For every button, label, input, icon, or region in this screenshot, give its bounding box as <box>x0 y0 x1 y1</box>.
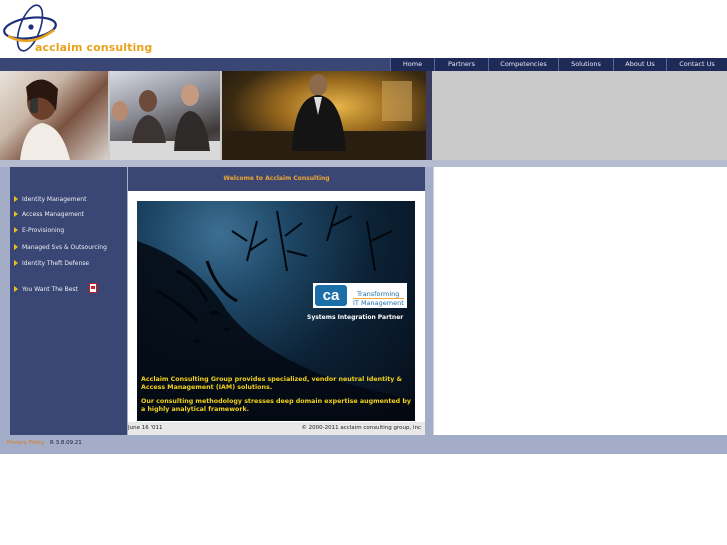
sidebar-item-identity-theft-defense[interactable]: Identity Theft Defense <box>22 260 89 267</box>
date-stamp: June 16 '011 <box>128 425 163 431</box>
right-panel <box>433 167 727 435</box>
pdf-icon[interactable] <box>89 283 97 293</box>
sidebar-item-e-provisioning[interactable]: E-Provisioning <box>22 227 64 234</box>
version-text: R 3.8.09.21 <box>50 440 82 446</box>
photo-executive-at-desk <box>222 71 430 160</box>
bullet-arrow-icon <box>14 227 18 233</box>
photo-band-edge <box>426 71 432 160</box>
ca-logo-icon: ca <box>315 285 347 306</box>
privacy-policy-link[interactable]: Privacy Policy <box>7 440 44 446</box>
sidebar <box>10 167 127 435</box>
nav-solutions[interactable]: Solutions <box>558 58 613 71</box>
sidebar-item-identity-management[interactable]: Identity Management <box>22 196 86 203</box>
nav-partners[interactable]: Partners <box>434 58 488 71</box>
nav-contact-us[interactable]: Contact Us <box>666 58 727 71</box>
sidebar-item-managed-services[interactable]: Managed Svs & Outsourcing <box>22 244 107 251</box>
sidebar-item-access-management[interactable]: Access Management <box>22 211 84 218</box>
nav-home[interactable]: Home <box>390 58 434 71</box>
bullet-arrow-icon <box>14 286 18 292</box>
photo-woman-on-phone <box>0 71 108 160</box>
nav-about-us[interactable]: About Us <box>613 58 666 71</box>
intro-paragraph: Acclaim Consulting Group provides specia… <box>141 376 403 391</box>
photo-business-meeting <box>110 71 220 160</box>
main-nav: Home Partners Competencies Solutions Abo… <box>390 58 727 71</box>
divider-strip <box>0 160 727 167</box>
ca-tagline-line-2: IT Management <box>353 298 404 307</box>
bottom-bar <box>0 435 727 454</box>
bullet-arrow-icon <box>14 260 18 266</box>
content-footer: June 16 '011 © 2000-2011 acclaim consult… <box>128 422 425 435</box>
partner-caption: Systems Integration Partner <box>307 314 404 321</box>
copyright-text: © 2000-2011 acclaim consulting group, in… <box>301 425 421 431</box>
nav-competencies[interactable]: Competencies <box>488 58 558 71</box>
brand-name: acclaim consulting <box>35 41 153 54</box>
ca-tagline-line-1: Transforming <box>357 290 400 298</box>
bullet-arrow-icon <box>14 196 18 202</box>
methodology-paragraph: Our consulting methodology stresses deep… <box>141 398 411 413</box>
sidebar-item-you-want-the-best[interactable]: You Want The Best <box>22 286 78 293</box>
bullet-arrow-icon <box>14 211 18 217</box>
welcome-heading: Welcome to Acclaim Consulting <box>128 167 425 191</box>
bullet-arrow-icon <box>14 244 18 250</box>
